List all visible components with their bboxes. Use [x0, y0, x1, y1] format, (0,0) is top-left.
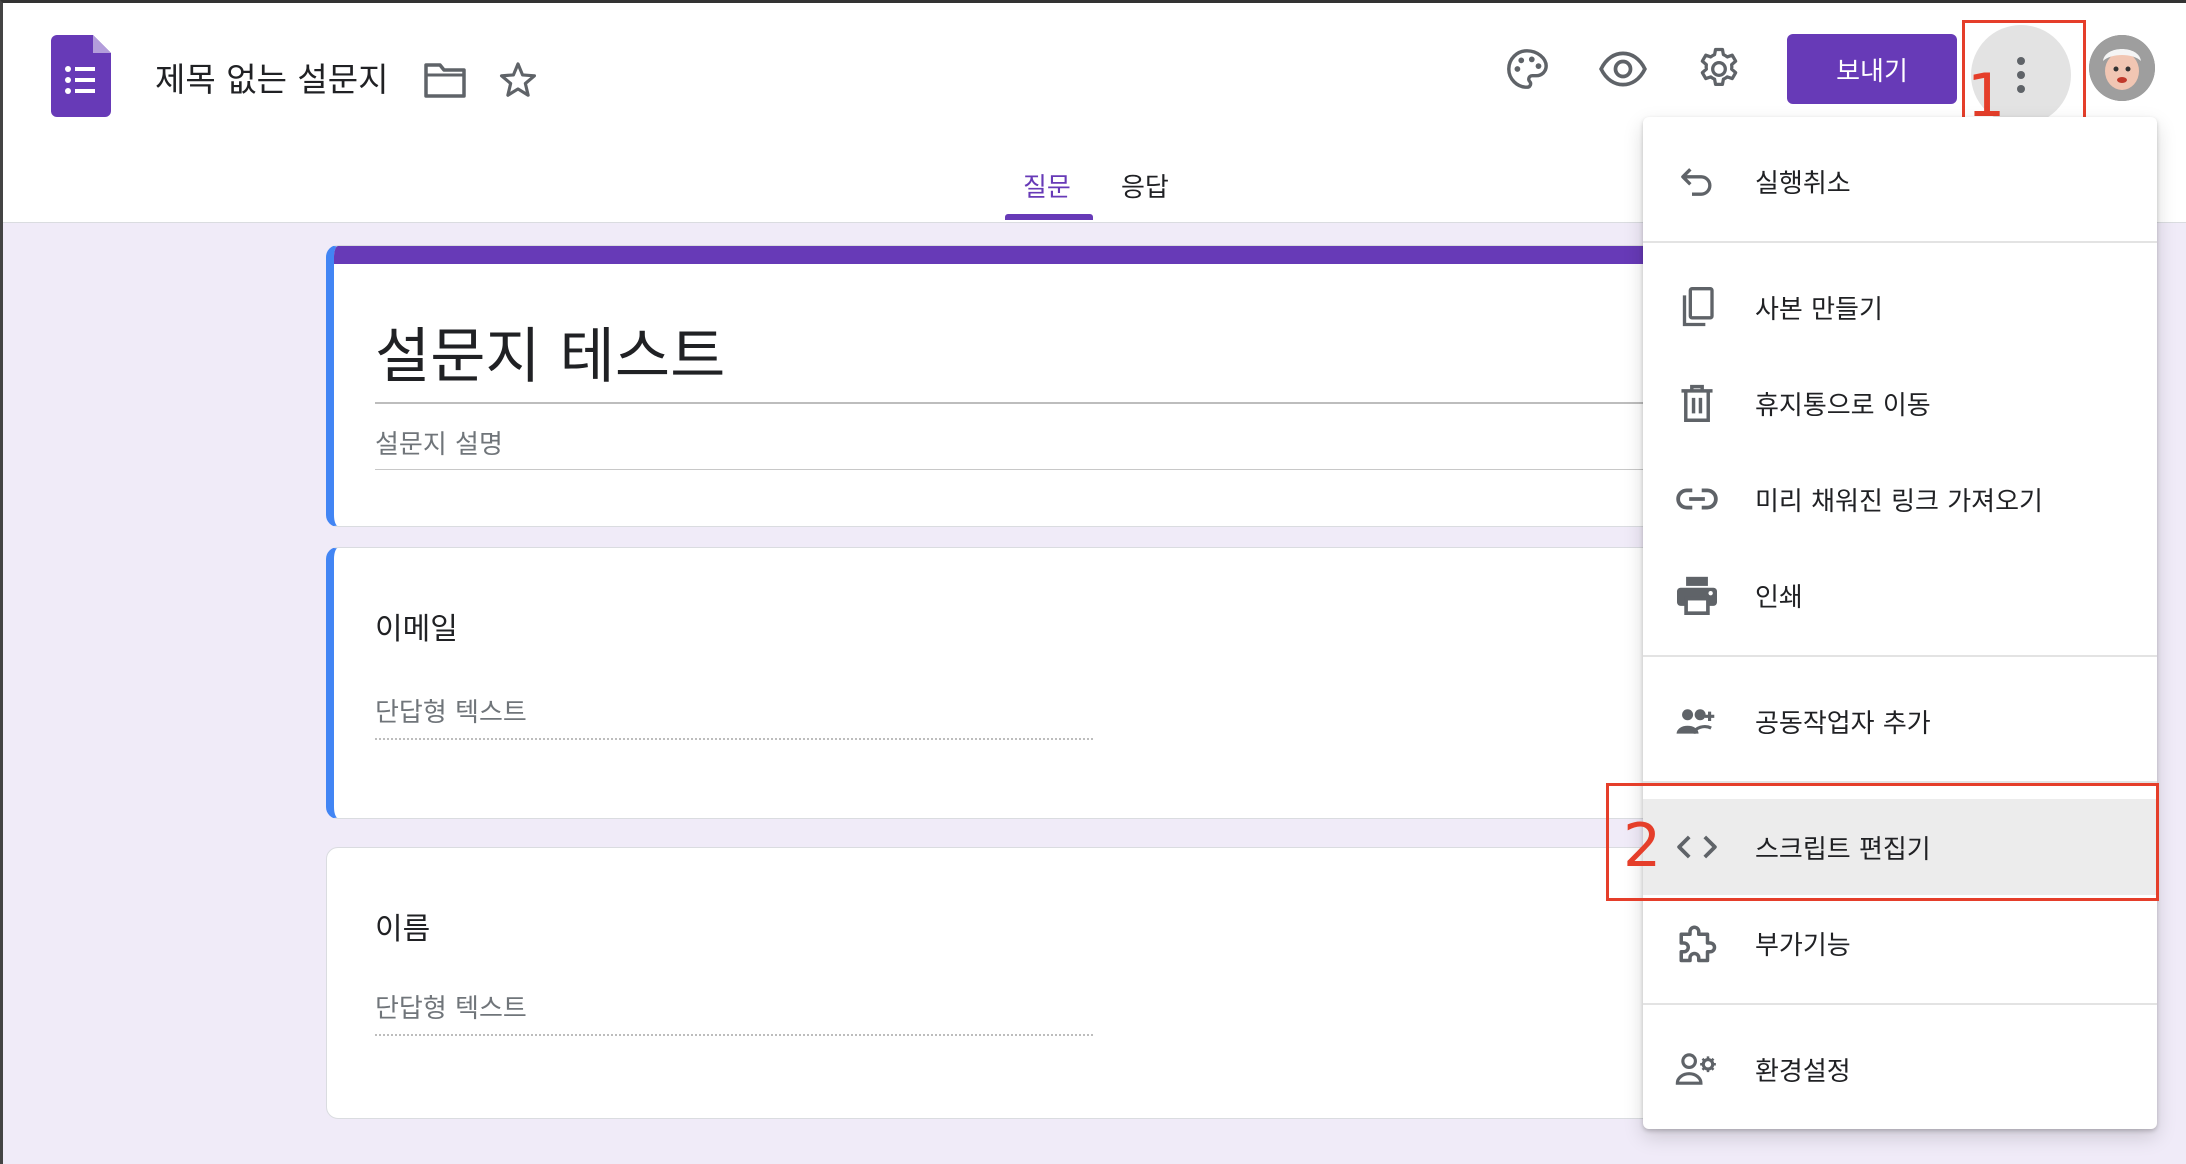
print-icon — [1675, 573, 1719, 617]
question-card-email[interactable]: 이메일 단답형 텍스트 — [326, 547, 1666, 819]
tab-questions[interactable]: 질문 — [1023, 167, 1071, 218]
avatar[interactable] — [2089, 35, 2155, 101]
menu-item-addons[interactable]: 부가기능 — [1643, 895, 2157, 991]
gear-icon[interactable] — [1693, 43, 1745, 95]
tab-responses[interactable]: 응답 — [1121, 167, 1169, 218]
question-card-name[interactable]: 이름 단답형 텍스트 — [326, 847, 1666, 1119]
menu-item-label: 인쇄 — [1755, 582, 1803, 613]
menu-item-label: 부가기능 — [1755, 930, 1851, 961]
menu-item-label: 휴지통으로 이동 — [1755, 390, 1931, 421]
puzzle-icon — [1675, 921, 1719, 965]
forms-logo-icon[interactable] — [51, 35, 111, 117]
title-underline — [375, 402, 1665, 404]
eye-icon[interactable] — [1597, 43, 1649, 95]
menu-item-copy[interactable]: 사본 만들기 — [1643, 259, 2157, 355]
form-title-card[interactable]: 설문지 테스트 설문지 설명 — [326, 245, 1666, 527]
menu-divider — [1643, 655, 2157, 657]
form-description-input[interactable]: 설문지 설명 — [375, 424, 503, 461]
menu-item-preferences[interactable]: 환경설정 — [1643, 1021, 2157, 1117]
palette-icon[interactable] — [1501, 43, 1553, 95]
link-icon — [1675, 477, 1719, 521]
menu-item-label: 미리 채워진 링크 가져오기 — [1755, 486, 2043, 517]
answer-dotted-line — [375, 738, 1093, 740]
menu-item-undo[interactable]: 실행취소 — [1643, 133, 2157, 229]
description-underline — [375, 469, 1665, 470]
annotation-box-script-editor — [1606, 783, 2159, 901]
menu-divider — [1643, 241, 2157, 243]
annotation-step-2: 2 — [1623, 811, 1662, 881]
star-icon[interactable] — [497, 59, 539, 101]
short-answer-placeholder: 단답형 텍스트 — [375, 698, 527, 728]
answer-dotted-line — [375, 1034, 1093, 1036]
menu-item-print[interactable]: 인쇄 — [1643, 547, 2157, 643]
document-title[interactable]: 제목 없는 설문지 — [155, 53, 389, 101]
menu-item-label: 사본 만들기 — [1755, 294, 1883, 325]
menu-item-trash[interactable]: 휴지통으로 이동 — [1643, 355, 2157, 451]
trash-icon — [1675, 381, 1719, 425]
question-title[interactable]: 이메일 — [375, 604, 458, 648]
copy-icon — [1675, 285, 1719, 329]
card-accent-band — [334, 246, 1665, 264]
form-title[interactable]: 설문지 테스트 — [375, 308, 725, 395]
menu-item-label: 실행취소 — [1755, 168, 1851, 199]
menu-item-label: 환경설정 — [1755, 1056, 1851, 1087]
more-options-menu: 실행취소 사본 만들기 휴지통으로 이동 미리 채워진 링크 가져오기 인쇄 공… — [1643, 117, 2157, 1129]
menu-divider — [1643, 1003, 2157, 1005]
person-settings-icon — [1675, 1047, 1719, 1091]
question-title[interactable]: 이름 — [375, 904, 430, 948]
folder-icon[interactable] — [423, 61, 467, 99]
forms-editor-window: 제목 없는 설문지 보내기 1 질문 응답 설문지 테스트 설문지 설명 이메일… — [0, 0, 2186, 1164]
add-people-icon — [1675, 699, 1719, 743]
short-answer-placeholder: 단답형 텍스트 — [375, 994, 527, 1024]
send-button[interactable]: 보내기 — [1787, 34, 1957, 104]
menu-item-prefilled-link[interactable]: 미리 채워진 링크 가져오기 — [1643, 451, 2157, 547]
undo-icon — [1675, 159, 1719, 203]
menu-item-add-collaborators[interactable]: 공동작업자 추가 — [1643, 673, 2157, 769]
menu-item-label: 공동작업자 추가 — [1755, 708, 1931, 739]
active-tab-indicator — [1005, 214, 1093, 220]
